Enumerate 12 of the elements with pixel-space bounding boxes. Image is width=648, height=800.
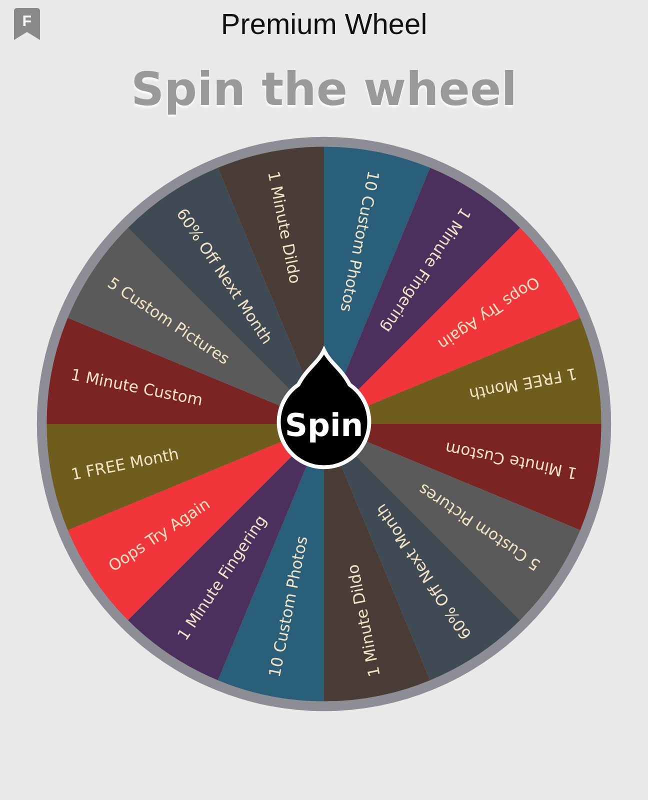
- segment-label: 1 Minute Custom: [69, 364, 204, 410]
- segment-label: 1 Minute Dildo: [264, 169, 305, 285]
- app-logo-icon: F: [14, 8, 40, 40]
- segment-label: 1 Minute Custom: [444, 438, 579, 483]
- segment-label: 10 Custom Photos: [336, 168, 384, 314]
- window-title: Premium Wheel: [220, 10, 428, 40]
- segment-label: 1 Minute Dildo: [343, 562, 384, 678]
- segment-label: 10 Custom Photos: [264, 534, 312, 678]
- spin-button[interactable]: Spin: [276, 348, 372, 469]
- segment-label: 1 FREE Month: [468, 364, 578, 404]
- segment-label: 1 FREE Month: [70, 444, 180, 484]
- page-heading: Spin the wheel: [131, 64, 517, 115]
